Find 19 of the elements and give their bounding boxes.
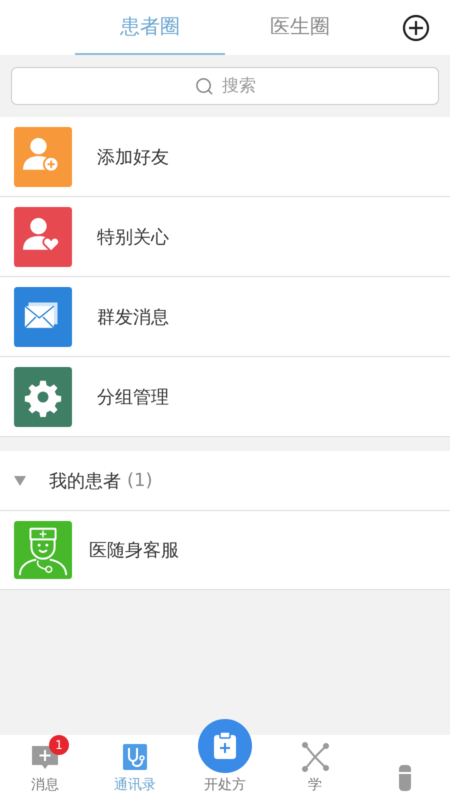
item-label: 群发消息 xyxy=(97,306,169,328)
stethoscope-icon xyxy=(120,742,150,772)
doctor-avatar-icon xyxy=(14,521,72,579)
group-header[interactable]: 我的患者 (1) xyxy=(0,451,450,511)
group-count: (1) xyxy=(127,470,152,491)
network-icon xyxy=(300,742,330,772)
contact-item[interactable]: 医随身客服 xyxy=(0,511,450,590)
contact-name: 医随身客服 xyxy=(89,539,179,562)
group-title: 我的患者 xyxy=(49,470,121,492)
nav-tab[interactable]: 开处方 xyxy=(180,711,270,800)
unread-badge: 1 xyxy=(49,735,69,755)
search-field[interactable]: 搜索 xyxy=(11,67,439,105)
item-label: 添加好友 xyxy=(97,146,169,168)
item-label: 分组管理 xyxy=(97,386,169,408)
nav-tab[interactable]: 学 xyxy=(270,735,360,800)
nav-tab[interactable]: 1 消息 xyxy=(0,735,90,800)
add-button[interactable] xyxy=(402,14,430,42)
search-icon xyxy=(195,77,214,96)
item-label: 特别关心 xyxy=(97,226,169,248)
